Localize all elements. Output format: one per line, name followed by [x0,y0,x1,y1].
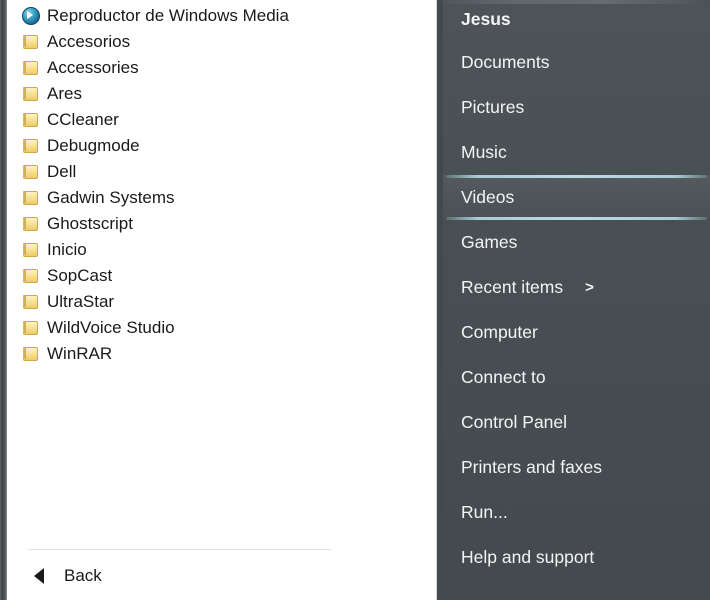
program-item-label: Ghostscript [47,215,133,232]
place-item-label: Recent items [461,279,563,297]
folder-icon [21,214,39,232]
back-button-label: Back [64,566,102,586]
program-item-label: Ares [47,85,82,102]
place-item-label: Connect to [461,369,546,387]
folder-icon [21,240,39,258]
folder-icon [21,344,39,362]
places-list[interactable]: Jesus Documents Pictures Music Videos Games Re… [443,0,710,580]
place-item[interactable]: Run... [443,490,710,535]
back-section: Back [7,549,436,600]
place-item-label: Pictures [461,99,524,117]
program-item-label: Inicio [47,241,87,258]
folder-icon [21,136,39,154]
folder-icon [21,188,39,206]
folder-icon [21,318,39,336]
place-item[interactable]: Documents [443,40,710,85]
place-item[interactable]: Pictures [443,85,710,130]
program-item[interactable]: SopCast [7,262,436,288]
folder-icon [21,266,39,284]
program-item-label: WildVoice Studio [47,319,175,336]
program-item[interactable]: WildVoice Studio [7,314,436,340]
place-item[interactable]: Connect to [443,355,710,400]
folder-icon [21,32,39,50]
program-item[interactable]: Accesorios [7,28,436,54]
place-item-label: Videos [461,189,514,207]
program-item-label: Debugmode [47,137,140,154]
program-item[interactable]: Gadwin Systems [7,184,436,210]
place-item-label: Computer [461,324,538,342]
program-item-label: Gadwin Systems [47,189,175,206]
place-item[interactable]: Games [443,220,710,265]
program-item-label: Accesorios [47,33,130,50]
program-item[interactable]: Inicio [7,236,436,262]
place-item-label: Documents [461,54,550,72]
program-item[interactable]: CCleaner [7,106,436,132]
places-pane: Jesus Documents Pictures Music Videos Games Re… [443,0,710,600]
program-item[interactable]: UltraStar [7,288,436,314]
program-item-label: UltraStar [47,293,114,310]
user-name-header[interactable]: Jesus [443,0,710,40]
program-item-label: Dell [47,163,76,180]
program-item-label: Accessories [47,59,139,76]
folder-icon [21,162,39,180]
place-item[interactable]: Videos [443,175,710,220]
place-item[interactable]: Recent items > [443,265,710,310]
folder-icon [21,84,39,102]
program-item[interactable]: Accessories [7,54,436,80]
program-item-label: Reproductor de Windows Media [47,7,289,24]
place-item-label: Jesus [461,11,511,29]
back-separator [28,549,331,550]
program-item-label: SopCast [47,267,112,284]
start-menu: Reproductor de Windows Media Accesorios Ac… [0,0,710,600]
folder-icon [21,58,39,76]
place-item-label: Control Panel [461,414,567,432]
program-item[interactable]: WinRAR [7,340,436,366]
program-item[interactable]: Debugmode [7,132,436,158]
place-item-label: Run... [461,504,508,522]
programs-pane: Reproductor de Windows Media Accesorios Ac… [7,0,437,600]
back-arrow-icon [34,568,44,584]
media-player-icon [21,6,39,24]
program-item[interactable]: Dell [7,158,436,184]
place-item-label: Music [461,144,507,162]
program-item[interactable]: Ares [7,80,436,106]
program-item-label: WinRAR [47,345,112,362]
program-item[interactable]: Reproductor de Windows Media [7,2,436,28]
window-left-border [0,0,7,600]
place-item-label: Games [461,234,517,252]
back-button[interactable]: Back [7,558,436,594]
place-item-label: Help and support [461,549,594,567]
folder-icon [21,292,39,310]
program-item[interactable]: Ghostscript [7,210,436,236]
place-item-label: Printers and faxes [461,459,602,477]
folder-icon [21,110,39,128]
place-item[interactable]: Printers and faxes [443,445,710,490]
chevron-right-icon: > [585,280,594,295]
place-item[interactable]: Control Panel [443,400,710,445]
place-item[interactable]: Music [443,130,710,175]
program-item-label: CCleaner [47,111,119,128]
programs-list[interactable]: Reproductor de Windows Media Accesorios Ac… [7,0,436,549]
place-item[interactable]: Help and support [443,535,710,580]
place-item[interactable]: Computer [443,310,710,355]
